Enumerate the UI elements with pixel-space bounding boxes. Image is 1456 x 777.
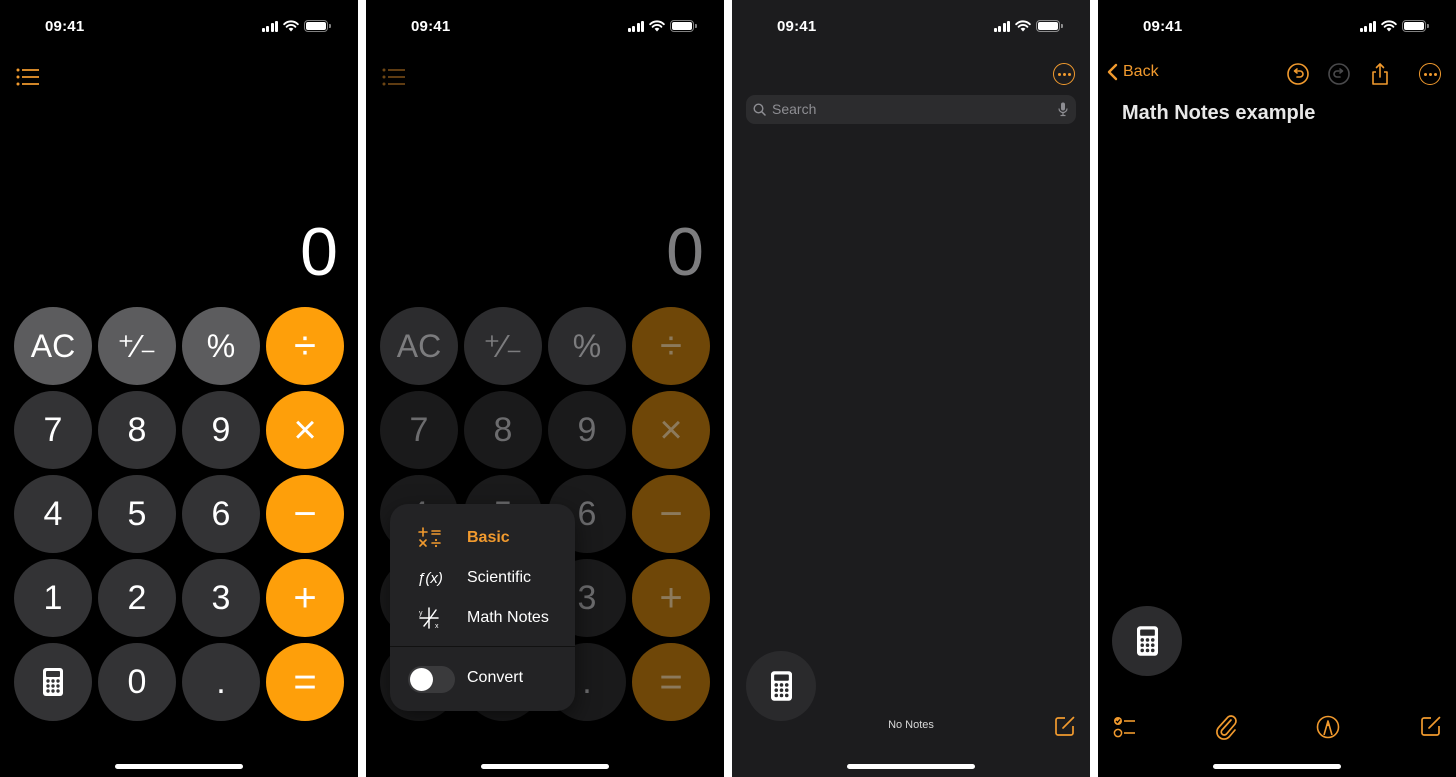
redo-icon: [1328, 63, 1350, 85]
open-calculator-button[interactable]: [746, 651, 816, 721]
menu-item-math-notes[interactable]: y x Math Notes: [390, 598, 575, 638]
convert-toggle[interactable]: [408, 666, 455, 693]
divide-key: ÷: [632, 307, 710, 385]
menu-item-label: Math Notes: [467, 609, 549, 626]
digit-6-key[interactable]: 6: [182, 475, 260, 553]
menu-item-label: Scientific: [467, 569, 532, 586]
subtract-key[interactable]: −: [266, 475, 344, 553]
digit-5-key[interactable]: 5: [98, 475, 176, 553]
cellular-signal-icon: [1359, 20, 1376, 32]
home-indicator[interactable]: [1213, 764, 1341, 769]
wifi-icon: [1015, 20, 1031, 32]
share-icon[interactable]: [1368, 62, 1392, 86]
digit-9-key: 9: [548, 391, 626, 469]
menu-item-scientific[interactable]: ƒ(x) Scientific: [390, 558, 575, 598]
digit-4-key[interactable]: 4: [14, 475, 92, 553]
cellular-signal-icon: [993, 20, 1010, 32]
svg-text:x: x: [435, 623, 439, 630]
search-icon: [753, 103, 766, 116]
convert-label: Convert: [467, 669, 524, 686]
chevron-left-icon: [1107, 63, 1118, 81]
math-notes-icon: y x: [419, 607, 439, 630]
note-title[interactable]: Math Notes example: [1122, 102, 1315, 125]
svg-text:y: y: [419, 610, 423, 617]
digit-9-key[interactable]: 9: [182, 391, 260, 469]
calculator-mode-menu: Basic ƒ(x) Scientific y x Math Notes Con…: [390, 504, 575, 711]
decimal-key[interactable]: .: [182, 643, 260, 721]
menu-separator: [390, 646, 575, 647]
menu-item-basic[interactable]: Basic: [390, 518, 575, 558]
add-key: +: [632, 559, 710, 637]
back-label: Back: [1123, 63, 1159, 80]
percent-key[interactable]: %: [182, 307, 260, 385]
search-field[interactable]: Search: [746, 95, 1076, 124]
home-indicator[interactable]: [847, 764, 975, 769]
digit-7-key[interactable]: 7: [14, 391, 92, 469]
checklist-icon[interactable]: [1113, 714, 1139, 740]
compose-icon[interactable]: [1420, 715, 1442, 737]
status-bar: 09:41: [732, 0, 1090, 54]
calculator-mode-key[interactable]: [14, 643, 92, 721]
math-notes-list-screen: 09:41 Search No Notes: [732, 0, 1090, 777]
equals-key[interactable]: =: [266, 643, 344, 721]
multiply-key[interactable]: ×: [266, 391, 344, 469]
digit-3-key[interactable]: 3: [182, 559, 260, 637]
calculator-icon: [43, 668, 63, 696]
home-indicator[interactable]: [481, 764, 609, 769]
compose-icon[interactable]: [1054, 715, 1076, 737]
all-clear-key: AC: [380, 307, 458, 385]
sign-toggle-key: ⁺∕₋: [464, 307, 542, 385]
wifi-icon: [1381, 20, 1397, 32]
menu-item-label: Basic: [467, 529, 510, 546]
all-clear-key[interactable]: AC: [14, 307, 92, 385]
calculator-mode-menu-screen: 09:41 0 AC ⁺∕₋ % ÷ 7 8 9 × 4 5 6 − 1 2 3…: [366, 0, 724, 777]
digit-8-key: 8: [464, 391, 542, 469]
open-calculator-button[interactable]: [1112, 606, 1182, 676]
status-time: 09:41: [777, 18, 817, 35]
battery-icon: [1036, 20, 1063, 32]
calculator-screen: 09:41 0 AC ⁺∕₋ % ÷ 7 8 9 × 4 5 6 − 1 2 3…: [0, 0, 358, 777]
multiply-key: ×: [632, 391, 710, 469]
add-key[interactable]: +: [266, 559, 344, 637]
basic-operators-icon: [418, 527, 441, 548]
status-bar: 09:41: [1098, 0, 1456, 54]
math-note-editor-screen: 09:41 Back Math Notes example: [1098, 0, 1456, 777]
percent-key: %: [548, 307, 626, 385]
back-button[interactable]: Back: [1106, 63, 1159, 81]
digit-8-key[interactable]: 8: [98, 391, 176, 469]
calculator-icon: [770, 671, 792, 701]
status-time: 09:41: [1143, 18, 1183, 35]
digit-7-key: 7: [380, 391, 458, 469]
equals-key: =: [632, 643, 710, 721]
search-placeholder: Search: [772, 101, 817, 117]
paperclip-icon[interactable]: [1214, 714, 1240, 740]
digit-1-key[interactable]: 1: [14, 559, 92, 637]
keypad: AC ⁺∕₋ % ÷ 7 8 9 × 4 5 6 − 1 2 3 + 0 . =: [0, 0, 358, 777]
more-options-button[interactable]: [1419, 63, 1441, 85]
function-icon: ƒ(x): [417, 569, 443, 587]
empty-state-label: No Notes: [888, 719, 934, 731]
subtract-key: −: [632, 475, 710, 553]
battery-icon: [1402, 20, 1429, 32]
divide-key[interactable]: ÷: [266, 307, 344, 385]
home-indicator[interactable]: [115, 764, 243, 769]
microphone-icon[interactable]: [1058, 102, 1068, 117]
navigation-bar: Back: [1098, 60, 1456, 90]
sign-toggle-key[interactable]: ⁺∕₋: [98, 307, 176, 385]
more-options-button[interactable]: [1053, 63, 1075, 85]
calculator-icon: [1136, 626, 1158, 656]
markup-pen-icon[interactable]: [1315, 714, 1341, 740]
digit-0-key[interactable]: 0: [98, 643, 176, 721]
digit-2-key[interactable]: 2: [98, 559, 176, 637]
undo-icon[interactable]: [1286, 62, 1310, 86]
